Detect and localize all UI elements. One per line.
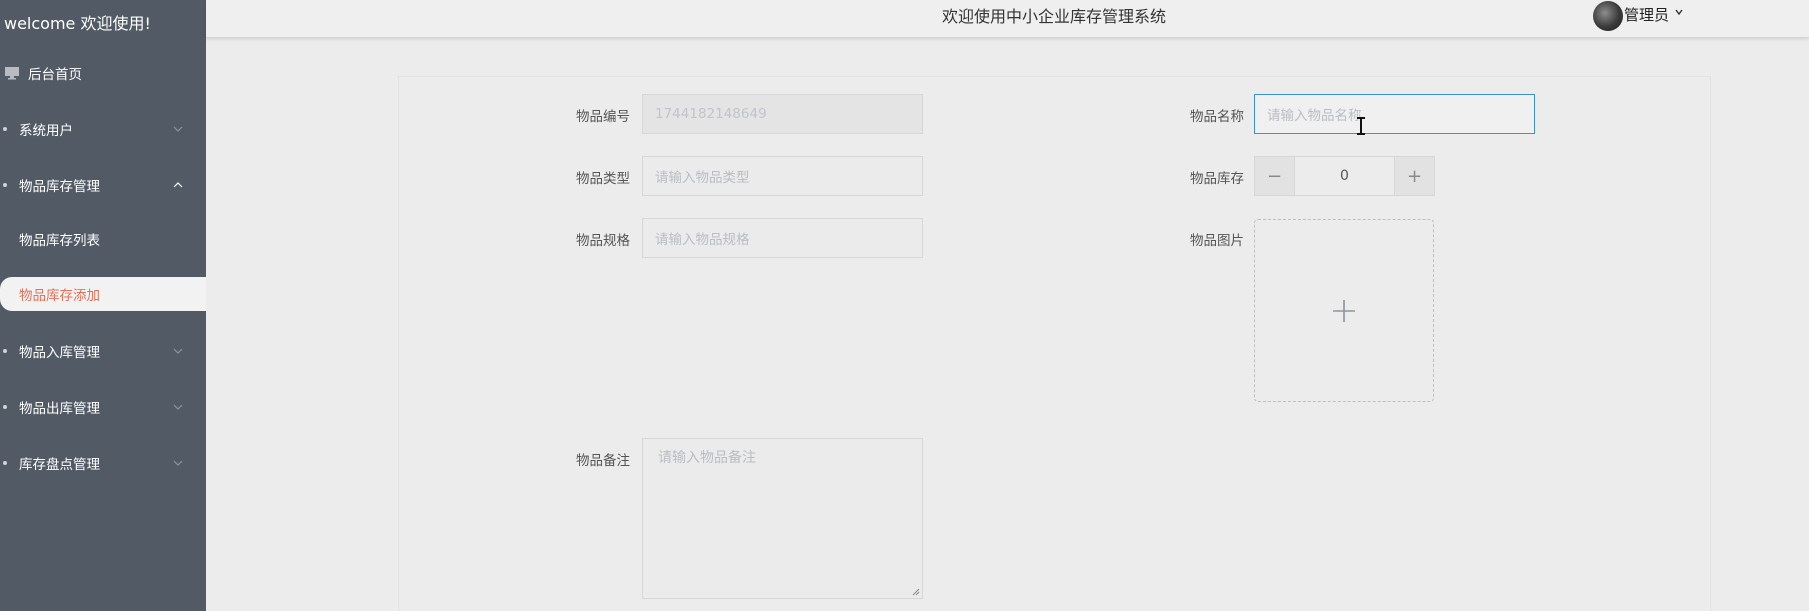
top-header: 欢迎使用中小企业库存管理系统 管理员 <box>206 0 1809 38</box>
sidebar: welcome 欢迎使用! 后台首页 系统用户 物品库存管理 物品库存列表 物品… <box>0 0 206 611</box>
chevron-down-icon <box>173 126 183 132</box>
item-stock-stepper: − 0 + <box>1254 156 1435 196</box>
sidebar-item-label: 库存盘点管理 <box>19 457 100 473</box>
avatar[interactable] <box>1593 1 1623 31</box>
chevron-down-icon <box>173 404 183 410</box>
item-spec-label: 物品规格 <box>576 233 630 249</box>
item-name-input[interactable]: 请输入物品名称 <box>1254 94 1535 134</box>
item-stock-label: 物品库存 <box>1190 171 1244 187</box>
sidebar-item-label: 物品入库管理 <box>19 345 100 361</box>
stock-value[interactable]: 0 <box>1295 157 1394 195</box>
sidebar-item-stock-management[interactable]: 物品库存管理 <box>0 170 206 200</box>
sidebar-item-inbound-management[interactable]: 物品入库管理 <box>0 336 206 366</box>
sidebar-item-outbound-management[interactable]: 物品出库管理 <box>0 392 206 422</box>
item-image-label: 物品图片 <box>1190 233 1244 249</box>
sidebar-subitem-stock-add[interactable]: 物品库存添加 <box>0 277 206 311</box>
textarea-placeholder: 请输入物品备注 <box>658 450 756 466</box>
sidebar-item-label: 物品出库管理 <box>19 401 100 417</box>
chevron-down-icon <box>173 348 183 354</box>
bullet-icon <box>3 127 7 131</box>
monitor-icon <box>5 67 19 80</box>
item-code-label: 物品编号 <box>576 109 630 125</box>
bullet-icon <box>3 349 7 353</box>
bullet-icon <box>3 405 7 409</box>
item-remark-label: 物品备注 <box>576 453 630 469</box>
item-spec-input[interactable]: 请输入物品规格 <box>642 218 923 258</box>
item-type-label: 物品类型 <box>576 171 630 187</box>
welcome-text: welcome 欢迎使用! <box>4 14 151 33</box>
item-type-input[interactable]: 请输入物品类型 <box>642 156 923 196</box>
sidebar-item-system-users[interactable]: 系统用户 <box>0 114 206 144</box>
sidebar-item-label: 系统用户 <box>19 123 73 139</box>
sidebar-subitem-label: 物品库存列表 <box>19 233 100 249</box>
sidebar-item-label: 后台首页 <box>28 67 82 83</box>
sidebar-item-home[interactable]: 后台首页 <box>0 58 206 88</box>
sidebar-subitem-stock-list[interactable]: 物品库存列表 <box>0 224 206 254</box>
increment-button[interactable]: + <box>1394 157 1434 195</box>
plus-icon <box>1333 299 1355 322</box>
bullet-icon <box>3 183 7 187</box>
item-code-field: 1744182148649 <box>642 94 923 134</box>
image-upload-box[interactable] <box>1254 219 1434 402</box>
chevron-up-icon <box>173 182 183 188</box>
item-name-label: 物品名称 <box>1190 109 1244 125</box>
item-remark-textarea[interactable]: 请输入物品备注 <box>642 438 923 599</box>
sidebar-item-label: 物品库存管理 <box>19 179 100 195</box>
caret-down-icon[interactable] <box>1675 9 1683 15</box>
bullet-icon <box>3 461 7 465</box>
chevron-down-icon <box>173 460 183 466</box>
sidebar-item-inventory-check[interactable]: 库存盘点管理 <box>0 448 206 478</box>
sidebar-subitem-label: 物品库存添加 <box>19 288 100 304</box>
text-cursor-icon <box>1357 117 1365 135</box>
user-name[interactable]: 管理员 <box>1624 4 1669 25</box>
resize-handle-icon[interactable] <box>912 588 920 596</box>
decrement-button[interactable]: − <box>1255 157 1295 195</box>
page-title: 欢迎使用中小企业库存管理系统 <box>942 7 1167 26</box>
form-panel <box>398 76 1711 611</box>
